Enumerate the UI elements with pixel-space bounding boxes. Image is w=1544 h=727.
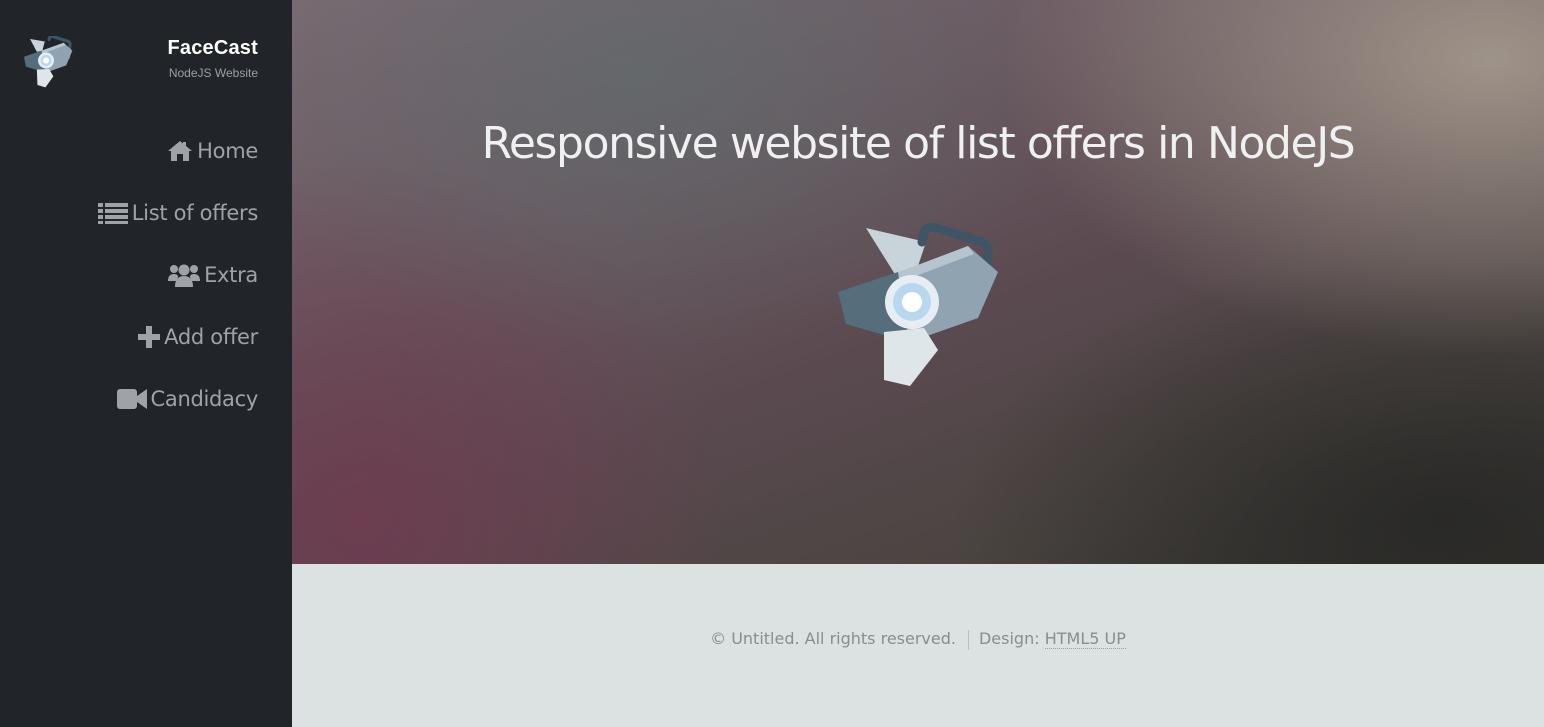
list-icon <box>97 202 128 224</box>
sidebar-item-label: Extra <box>204 263 258 287</box>
home-icon <box>167 140 193 162</box>
footer-divider <box>967 629 969 650</box>
spotlight-icon <box>24 36 73 88</box>
sidebar-item-label: Add offer <box>164 325 258 349</box>
sidebar-item-label: Home <box>197 139 258 163</box>
brand-title[interactable]: FaceCast <box>167 37 258 60</box>
hero-banner: Responsive website of list offers in Nod… <box>292 0 1544 564</box>
brand: FaceCast NodeJS Website <box>0 0 292 100</box>
design-credit-link[interactable]: HTML5 UP <box>1044 629 1126 649</box>
sidebar-item-home[interactable]: Home <box>0 120 292 182</box>
users-icon <box>168 263 201 287</box>
sidebar-item-label: List of offers <box>131 201 259 225</box>
sidebar: FaceCast NodeJS Website Home List of off… <box>0 0 292 727</box>
sidebar-item-label: Candidacy <box>150 387 259 411</box>
sidebar-item-candidacy[interactable]: Candidacy <box>0 368 292 430</box>
footer: © Untitled. All rights reserved. Design: … <box>292 564 1544 727</box>
video-camera-icon <box>116 388 147 410</box>
plus-icon <box>138 326 161 348</box>
spotlight-icon <box>838 223 998 386</box>
footer-copyright-line: © Untitled. All rights reserved. Design: … <box>292 629 1544 650</box>
brand-subtitle: NodeJS Website <box>168 66 258 80</box>
sidebar-item-add-offer[interactable]: Add offer <box>0 306 292 368</box>
banner-title: Responsive website of list offers in Nod… <box>481 118 1356 169</box>
design-label: Design: <box>978 629 1040 648</box>
sidebar-item-list-of-offers[interactable]: List of offers <box>0 182 292 244</box>
copyright-text: © Untitled. All rights reserved. <box>710 629 956 648</box>
sidebar-nav: Home List of offers Extra Add offer Cand… <box>0 120 292 430</box>
sidebar-item-extra[interactable]: Extra <box>0 244 292 306</box>
